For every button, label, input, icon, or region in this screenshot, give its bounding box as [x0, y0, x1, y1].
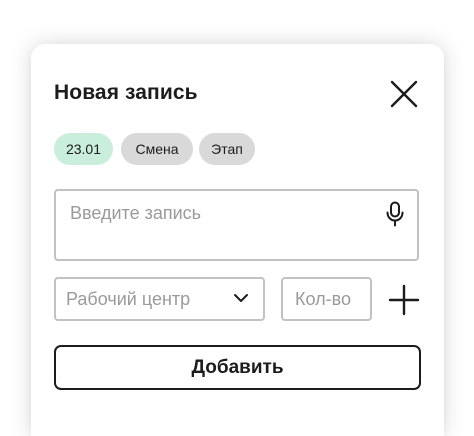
- close-icon: [390, 80, 418, 108]
- work-center-placeholder: Рабочий центр: [66, 289, 191, 309]
- work-center-select[interactable]: Рабочий центр: [54, 277, 265, 321]
- chip-stage[interactable]: Этап: [199, 133, 255, 165]
- add-row-button[interactable]: [388, 284, 420, 316]
- plus-icon: [388, 284, 420, 316]
- quantity-input[interactable]: Кол-во: [281, 277, 372, 321]
- add-button-label: Добавить: [191, 357, 284, 378]
- microphone-icon[interactable]: [385, 201, 405, 227]
- dialog-title: Новая запись: [54, 81, 198, 104]
- entry-placeholder: Введите запись: [70, 203, 202, 223]
- entry-input[interactable]: Введите запись: [54, 189, 419, 261]
- chevron-down-icon: [234, 294, 248, 302]
- quantity-placeholder: Кол-во: [295, 289, 351, 309]
- screen: Новая запись 23.01 Смена Этап Введите за…: [0, 0, 474, 436]
- chip-shift[interactable]: Смена: [121, 133, 193, 165]
- close-button[interactable]: [388, 78, 420, 110]
- add-button[interactable]: Добавить: [54, 345, 421, 390]
- chip-date[interactable]: 23.01: [54, 133, 113, 165]
